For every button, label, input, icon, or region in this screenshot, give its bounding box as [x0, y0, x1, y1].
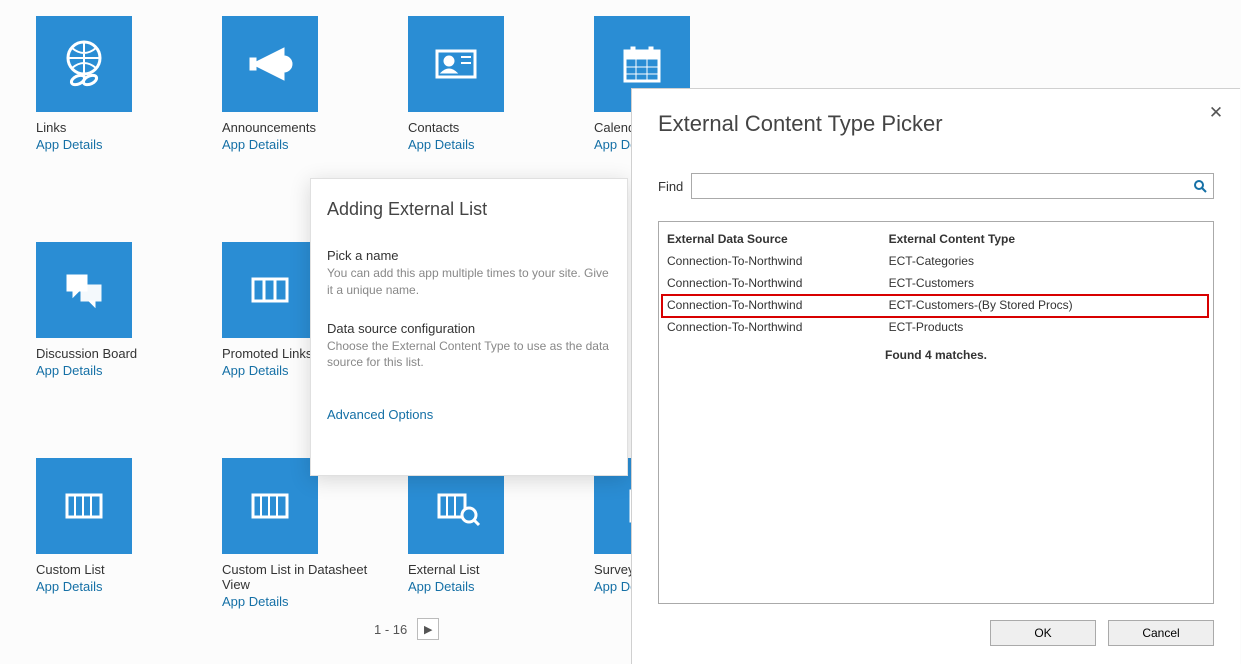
app-custom-list-datasheet[interactable]: Custom List in Datasheet View App Detail… [222, 458, 382, 609]
app-details-link[interactable]: App Details [222, 137, 318, 152]
find-row: Find [658, 173, 1214, 199]
app-details-link[interactable]: App Details [408, 579, 504, 594]
results-list: External Data Source External Content Ty… [658, 221, 1214, 604]
links-icon [36, 16, 132, 112]
match-count: Found 4 matches. [659, 338, 1213, 362]
cell-type: ECT-Categories [881, 250, 1213, 272]
megaphone-icon [222, 16, 318, 112]
app-title: Links [36, 120, 132, 135]
app-external-list[interactable]: External List App Details [408, 458, 504, 609]
table-row[interactable]: Connection-To-Northwind ECT-Products [659, 316, 1213, 338]
pagination-label: 1 - 16 [374, 622, 407, 637]
table-row[interactable]: Connection-To-Northwind ECT-Customers [659, 272, 1213, 294]
section-description: Choose the External Content Type to use … [327, 338, 611, 372]
app-details-link[interactable]: App Details [36, 363, 132, 378]
cell-source: Connection-To-Northwind [659, 250, 881, 272]
section-description: You can add this app multiple times to y… [327, 265, 611, 299]
close-button[interactable]: ✕ [1206, 103, 1226, 123]
tiles-icon [222, 242, 318, 338]
section-label: Pick a name [327, 248, 611, 263]
app-title: Promoted Links [222, 346, 318, 361]
app-discussion-board[interactable]: Discussion Board App Details [36, 242, 132, 378]
cell-type: ECT-Products [881, 316, 1213, 338]
advanced-options-link[interactable]: Advanced Options [327, 407, 611, 422]
cell-source: Connection-To-Northwind [659, 272, 881, 294]
app-title: Custom List in Datasheet View [222, 562, 382, 592]
app-title: Custom List [36, 562, 132, 577]
table-row[interactable]: Connection-To-Northwind ECT-Categories [659, 250, 1213, 272]
section-label: Data source configuration [327, 321, 611, 336]
app-title: Contacts [408, 120, 504, 135]
app-title: Discussion Board [36, 346, 132, 361]
pick-name-section: Pick a name You can add this app multipl… [327, 248, 611, 299]
cell-source: Connection-To-Northwind [659, 294, 881, 316]
adding-external-list-panel: Adding External List Pick a name You can… [310, 178, 628, 476]
ok-button[interactable]: OK [990, 620, 1096, 646]
app-details-link[interactable]: App Details [36, 137, 132, 152]
table-row[interactable]: Connection-To-Northwind ECT-Customers-(B… [659, 294, 1213, 316]
data-source-section: Data source configuration Choose the Ext… [327, 321, 611, 372]
find-box [691, 173, 1214, 199]
app-announcements[interactable]: Announcements App Details [222, 16, 318, 152]
app-title: External List [408, 562, 504, 577]
find-label: Find [658, 179, 683, 194]
table-header-row: External Data Source External Content Ty… [659, 228, 1213, 250]
col-external-data-source: External Data Source [659, 228, 881, 250]
grid-icon [222, 458, 318, 554]
contact-card-icon [408, 16, 504, 112]
app-promoted-links[interactable]: Promoted Links App Details [222, 242, 318, 378]
cell-source: Connection-To-Northwind [659, 316, 881, 338]
search-icon[interactable] [1187, 174, 1213, 198]
cell-type: ECT-Customers-(By Stored Procs) [881, 294, 1213, 316]
discussion-icon [36, 242, 132, 338]
next-page-button[interactable]: ▶ [417, 618, 439, 640]
panel-title: Adding External List [327, 199, 611, 220]
app-title: Announcements [222, 120, 318, 135]
pagination: 1 - 16 ▶ [374, 618, 439, 640]
app-details-link[interactable]: App Details [222, 594, 382, 609]
col-external-content-type: External Content Type [881, 228, 1213, 250]
app-links[interactable]: Links App Details [36, 16, 132, 152]
app-details-link[interactable]: App Details [222, 363, 318, 378]
find-input[interactable] [692, 174, 1187, 198]
app-contacts[interactable]: Contacts App Details [408, 16, 504, 152]
grid-icon [36, 458, 132, 554]
app-custom-list[interactable]: Custom List App Details [36, 458, 132, 609]
dialog-title: External Content Type Picker [658, 111, 1214, 137]
dialog-buttons: OK Cancel [658, 620, 1214, 646]
app-details-link[interactable]: App Details [408, 137, 504, 152]
external-content-type-picker-dialog: ✕ External Content Type Picker Find Exte… [631, 88, 1240, 664]
app-details-link[interactable]: App Details [36, 579, 132, 594]
cell-type: ECT-Customers [881, 272, 1213, 294]
cancel-button[interactable]: Cancel [1108, 620, 1214, 646]
